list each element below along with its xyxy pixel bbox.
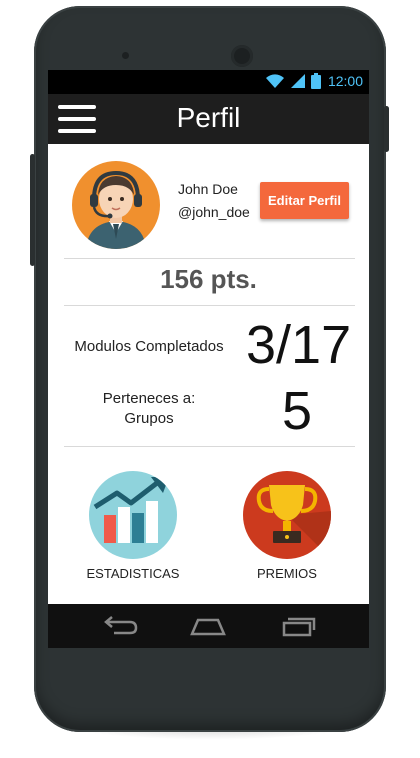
status-time: 12:00 (327, 73, 363, 89)
statistics-label[interactable]: ESTADISTICAS (68, 566, 198, 581)
user-name: John Doe (178, 181, 238, 197)
divider (64, 305, 355, 306)
user-handle: @john_doe (178, 204, 250, 220)
points-value: 156 pts. (160, 264, 257, 294)
signal-icon (290, 74, 305, 88)
back-icon[interactable] (100, 614, 140, 638)
avatar (72, 161, 160, 249)
status-bar: 12:00 (48, 70, 369, 94)
wifi-icon (265, 74, 284, 88)
app-bar: Perfil (48, 94, 369, 144)
phone-screen: 12:00 Perfil John Doe @john_doe Editar P… (48, 70, 369, 648)
trophy-icon[interactable] (243, 471, 331, 559)
divider (64, 258, 355, 259)
modules-value: 3/17 (246, 315, 352, 375)
profile-header: John Doe @john_doe Editar Perfil (48, 144, 369, 256)
groups-value: 5 (282, 381, 313, 441)
modules-label: Modulos Completados (74, 338, 224, 355)
battery-icon (310, 73, 321, 89)
power-button (384, 106, 389, 152)
edit-profile-button[interactable]: Editar Perfil (260, 182, 349, 219)
support-agent-icon (86, 170, 146, 249)
home-icon[interactable] (188, 614, 228, 638)
page-title: Perfil (176, 102, 241, 133)
volume-button (30, 154, 35, 266)
sensor-dot (122, 52, 129, 59)
navigation-bar (48, 604, 369, 648)
recent-apps-icon[interactable] (278, 614, 318, 638)
awards-label[interactable]: PREMIOS (222, 566, 352, 581)
statistics-icon[interactable] (89, 471, 177, 559)
front-camera (231, 45, 253, 67)
divider (64, 446, 355, 447)
groups-label: Perteneces a: Grupos (102, 390, 196, 427)
